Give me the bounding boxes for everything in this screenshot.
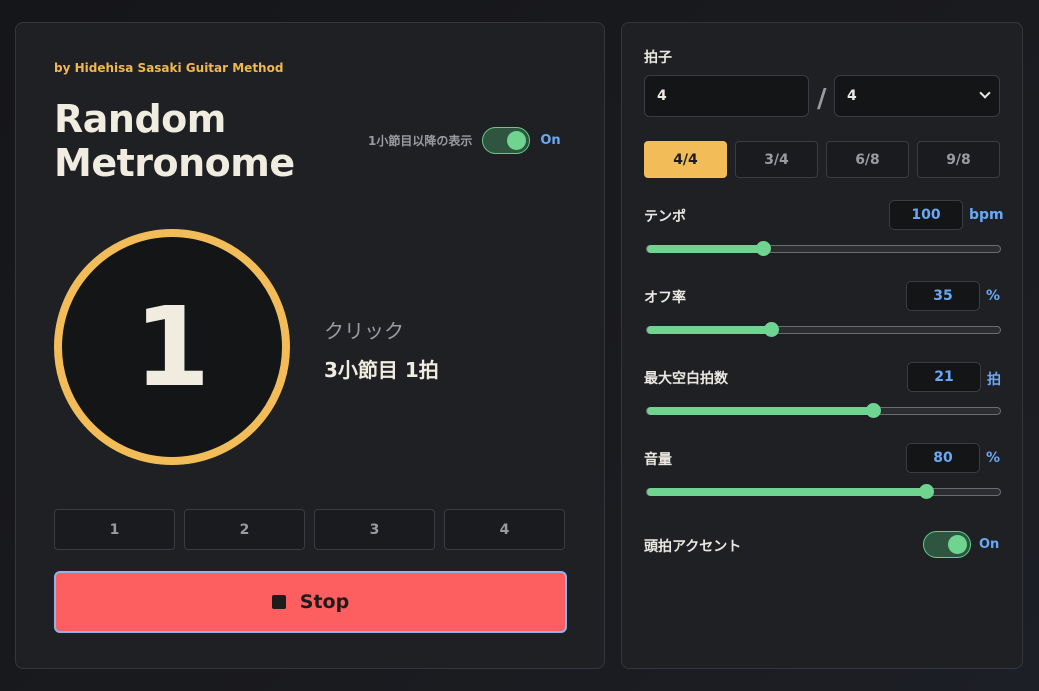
metronome-panel: by Hidehisa Sasaki Guitar Method Random … (15, 22, 605, 669)
toggle-knob (948, 535, 967, 554)
off-rate-input[interactable]: 35 (906, 281, 980, 311)
beat-cell-2: 2 (184, 509, 305, 550)
max-rest-slider[interactable] (646, 403, 1001, 418)
volume-slider-fill (647, 488, 926, 496)
display-toggle[interactable] (482, 127, 531, 154)
volume-slider[interactable] (646, 484, 1001, 499)
volume-input[interactable]: 80 (906, 443, 980, 473)
byline: by Hidehisa Sasaki Guitar Method (54, 61, 284, 75)
display-toggle-group: 1小節目以降の表示 On (368, 127, 561, 154)
preset-4-4[interactable]: 4/4 (644, 141, 727, 178)
denominator-select[interactable]: 4 (834, 75, 1000, 117)
display-toggle-label: 1小節目以降の表示 (368, 134, 473, 148)
denominator-value: 4 (847, 88, 857, 104)
stop-button[interactable]: Stop (54, 571, 567, 633)
tempo-unit: bpm (969, 207, 1004, 223)
preset-9-8[interactable]: 9/8 (917, 141, 1000, 178)
tempo-input[interactable]: 100 (889, 200, 963, 230)
off-rate-slider[interactable] (646, 322, 1001, 337)
stop-button-label: Stop (299, 591, 350, 613)
numerator-input[interactable]: 4 (644, 75, 809, 117)
accent-label: 頭拍アクセント (644, 539, 742, 555)
preset-3-4[interactable]: 3/4 (735, 141, 818, 178)
app-title: Random Metronome (54, 97, 295, 185)
beat-cells: 1 2 3 4 (54, 509, 565, 550)
beat-cell-4: 4 (444, 509, 565, 550)
max-rest-slider-fill (647, 407, 873, 415)
stop-icon (271, 595, 286, 609)
beat-cell-3: 3 (314, 509, 435, 550)
display-toggle-state: On (540, 133, 561, 148)
beat-position: 3小節目 1拍 (324, 358, 439, 382)
tempo-slider[interactable] (646, 241, 1001, 256)
chevron-down-icon (979, 87, 991, 99)
tempo-label: テンポ (644, 209, 686, 225)
off-rate-unit: % (986, 288, 1001, 304)
time-signature-separator: / (817, 84, 827, 114)
time-signature-label: 拍子 (644, 50, 672, 66)
title-line-2: Metronome (54, 141, 295, 185)
accent-toggle-state: On (979, 537, 1000, 552)
volume-slider-thumb[interactable] (918, 484, 934, 499)
beat-kind: クリック (324, 319, 404, 343)
tempo-slider-fill (647, 245, 764, 253)
tempo-slider-thumb[interactable] (756, 241, 772, 256)
volume-unit: % (986, 450, 1001, 466)
accent-toggle[interactable] (923, 531, 971, 558)
off-rate-label: オフ率 (644, 290, 686, 306)
max-rest-slider-thumb[interactable] (865, 403, 881, 418)
off-rate-slider-thumb[interactable] (763, 322, 779, 337)
current-beat-number: 1 (133, 283, 211, 411)
time-signature-presets: 4/4 3/4 6/8 9/8 (644, 141, 1000, 178)
off-rate-slider-fill (647, 326, 771, 334)
title-line-1: Random (54, 97, 226, 141)
max-rest-input[interactable]: 21 (907, 362, 981, 392)
beat-indicator: 1 (54, 229, 290, 465)
beat-cell-1: 1 (54, 509, 175, 550)
settings-panel: 拍子 4 / 4 4/4 3/4 6/8 9/8 テンポ 100 bpm オフ率… (621, 22, 1023, 669)
toggle-knob (507, 131, 527, 150)
max-rest-unit: 拍 (987, 372, 1001, 388)
preset-6-8[interactable]: 6/8 (826, 141, 909, 178)
volume-label: 音量 (644, 452, 672, 468)
max-rest-label: 最大空白拍数 (644, 371, 728, 387)
